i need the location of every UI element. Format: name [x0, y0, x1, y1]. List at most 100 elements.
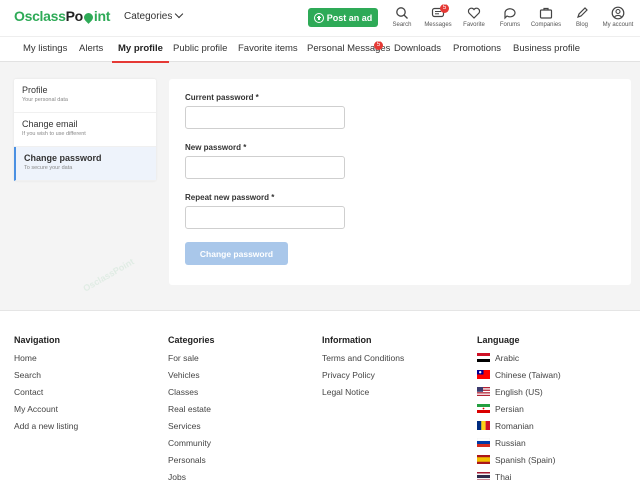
logo-text-end: int: [93, 8, 111, 24]
footer-link-vehicles[interactable]: Vehicles: [168, 370, 215, 387]
change-password-button[interactable]: Change password: [185, 242, 288, 265]
tab-my-profile[interactable]: My profile: [112, 43, 169, 63]
categories-dropdown[interactable]: Categories: [124, 9, 184, 22]
footer-link-personals[interactable]: Personals: [168, 455, 215, 472]
header-search-link[interactable]: Search: [384, 6, 420, 28]
footer-heading: Navigation: [14, 335, 61, 345]
tab-promotions[interactable]: Promotions: [453, 43, 501, 54]
footer-heading: Language: [477, 335, 520, 345]
spain-flag-icon: [477, 455, 490, 464]
tab-business-profile[interactable]: Business profile: [513, 43, 580, 54]
plus-circle-icon: [313, 12, 324, 23]
sidebar-item-change-password[interactable]: Change password To secure your data: [14, 147, 156, 181]
tab-my-listings[interactable]: My listings: [23, 43, 67, 54]
chevron-down-icon: [175, 9, 184, 19]
language-label: Arabic: [495, 353, 520, 363]
language-option-russian[interactable]: Russian: [477, 438, 561, 455]
tab-public-profile[interactable]: Public profile: [173, 43, 227, 54]
current-password-input[interactable]: [185, 106, 345, 129]
watermark: OsclassPoint: [81, 256, 136, 294]
sidebar-item-profile[interactable]: Profile Your personal data: [14, 79, 156, 113]
header-messages-link[interactable]: 5 Messages: [420, 4, 456, 28]
footer-categories: Categories For sale Vehicles Classes Rea…: [168, 335, 215, 480]
repeat-password-label: Repeat new password *: [185, 193, 275, 202]
footer-link-home[interactable]: Home: [14, 353, 78, 370]
language-option-persian[interactable]: Persian: [477, 404, 561, 421]
footer-link-for-sale[interactable]: For sale: [168, 353, 215, 370]
language-option-romanian[interactable]: Romanian: [477, 421, 561, 438]
briefcase-icon: [539, 7, 553, 19]
footer-heading: Information: [322, 335, 372, 345]
pen-icon: [577, 7, 588, 18]
sidebar-item-subtitle: If you wish to use different: [22, 131, 86, 137]
footer-link-privacy[interactable]: Privacy Policy: [322, 370, 404, 387]
footer-link-search[interactable]: Search: [14, 370, 78, 387]
footer-heading: Categories: [168, 335, 215, 345]
language-option-spanish-spain[interactable]: Spanish (Spain): [477, 455, 561, 472]
tab-favorite-items[interactable]: Favorite items: [238, 43, 298, 54]
footer-link-legal[interactable]: Legal Notice: [322, 387, 404, 404]
sidebar-item-title: Change password: [24, 153, 102, 163]
post-ad-label: Post an ad: [326, 12, 373, 23]
language-label: Romanian: [495, 421, 534, 431]
language-label: Chinese (Taiwan): [495, 370, 561, 380]
language-option-english-us[interactable]: English (US): [477, 387, 561, 404]
tab-downloads[interactable]: Downloads: [394, 43, 441, 54]
new-password-input[interactable]: [185, 156, 345, 179]
personal-messages-badge: 5: [374, 41, 383, 50]
sidebar-item-title: Profile: [22, 85, 48, 95]
footer-navigation: Navigation Home Search Contact My Accoun…: [14, 335, 78, 438]
header-icon-label: Forums: [499, 22, 521, 28]
header-icon-label: Search: [392, 22, 412, 28]
messages-badge: 5: [440, 4, 449, 13]
header-icon-bar: Search 5 Messages Favorite Forums Compan…: [384, 4, 636, 28]
header-companies-link[interactable]: Companies: [528, 6, 564, 28]
arabic-flag-icon: [477, 353, 490, 362]
footer-link-classes[interactable]: Classes: [168, 387, 215, 404]
profile-sidebar: Profile Your personal data Change email …: [14, 79, 156, 181]
romania-flag-icon: [477, 421, 490, 430]
categories-label: Categories: [124, 11, 173, 22]
header-favorite-link[interactable]: Favorite: [456, 6, 492, 28]
header-icon-label: My account: [602, 22, 634, 28]
footer-link-jobs[interactable]: Jobs: [168, 472, 215, 480]
language-option-chinese-taiwan[interactable]: Chinese (Taiwan): [477, 370, 561, 387]
tab-alerts[interactable]: Alerts: [79, 43, 103, 54]
site-header: OsclassPo int Categories Post an ad Searc…: [0, 0, 640, 36]
logo-text: Osclass: [14, 8, 66, 24]
language-label: English (US): [495, 387, 543, 397]
footer-link-contact[interactable]: Contact: [14, 387, 78, 404]
footer-link-terms[interactable]: Terms and Conditions: [322, 353, 404, 370]
site-logo[interactable]: OsclassPo int: [14, 8, 110, 24]
post-ad-button[interactable]: Post an ad: [308, 8, 378, 27]
footer-language: Language Arabic Chinese (Taiwan) English…: [477, 335, 561, 480]
taiwan-flag-icon: [477, 370, 490, 379]
logo-pin-icon: [82, 11, 95, 24]
account-tabs: My listings Alerts My profile Public pro…: [0, 36, 640, 63]
iran-flag-icon: [477, 404, 490, 413]
language-option-thai[interactable]: Thai: [477, 472, 561, 480]
header-forums-link[interactable]: Forums: [492, 6, 528, 28]
header-blog-link[interactable]: Blog: [564, 6, 600, 28]
language-label: Thai: [495, 472, 512, 480]
language-label: Russian: [495, 438, 526, 448]
footer-information: Information Terms and Conditions Privacy…: [322, 335, 404, 404]
footer-link-community[interactable]: Community: [168, 438, 215, 455]
footer-link-my-account[interactable]: My Account: [14, 404, 78, 421]
header-account-link[interactable]: My account: [600, 6, 636, 28]
user-circle-icon: [611, 6, 625, 20]
repeat-password-input[interactable]: [185, 206, 345, 229]
search-icon: [396, 7, 408, 19]
language-label: Persian: [495, 404, 524, 414]
footer-link-services[interactable]: Services: [168, 421, 215, 438]
header-icon-label: Companies: [530, 22, 562, 28]
language-label: Spanish (Spain): [495, 455, 556, 465]
sidebar-item-change-email[interactable]: Change email If you wish to use differen…: [14, 113, 156, 147]
thailand-flag-icon: [477, 472, 490, 480]
new-password-label: New password *: [185, 143, 247, 152]
heart-icon: [467, 7, 481, 19]
footer-link-add-listing[interactable]: Add a new listing: [14, 421, 78, 438]
russia-flag-icon: [477, 438, 490, 447]
footer-link-real-estate[interactable]: Real estate: [168, 404, 215, 421]
language-option-arabic[interactable]: Arabic: [477, 353, 561, 370]
